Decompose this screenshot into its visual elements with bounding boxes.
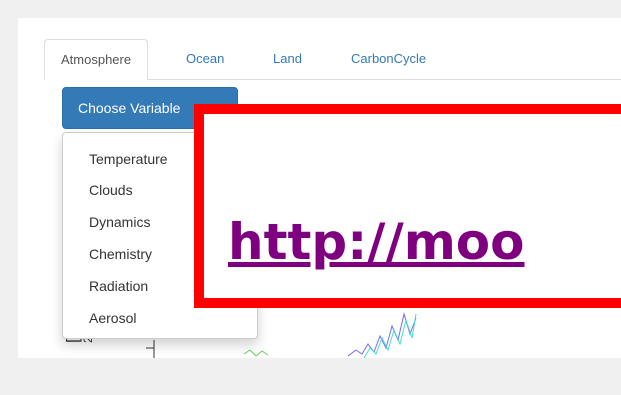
content-panel: [K 2… Atmosphere Ocean Land CarbonCycle … xyxy=(18,18,621,358)
menu-item-clouds[interactable]: Clouds xyxy=(89,178,133,202)
menu-item-radiation[interactable]: Radiation xyxy=(89,274,148,298)
url-link[interactable]: http://moo xyxy=(228,212,525,272)
series-line-3 xyxy=(243,349,269,357)
tab-ocean[interactable]: Ocean xyxy=(186,39,224,79)
tab-atmosphere[interactable]: Atmosphere xyxy=(44,39,149,80)
menu-item-temperature[interactable]: Temperature xyxy=(89,147,168,171)
series-line-2 xyxy=(363,313,417,358)
menu-item-dynamics[interactable]: Dynamics xyxy=(89,210,150,234)
menu-item-aerosol[interactable]: Aerosol xyxy=(89,306,136,330)
tab-land[interactable]: Land xyxy=(273,39,302,79)
menu-item-chemistry[interactable]: Chemistry xyxy=(89,242,152,266)
tab-bar: Atmosphere Ocean Land CarbonCycle xyxy=(44,39,621,80)
tab-carboncycle[interactable]: CarbonCycle xyxy=(351,39,426,79)
url-overlay-box: http://moo xyxy=(194,104,621,308)
